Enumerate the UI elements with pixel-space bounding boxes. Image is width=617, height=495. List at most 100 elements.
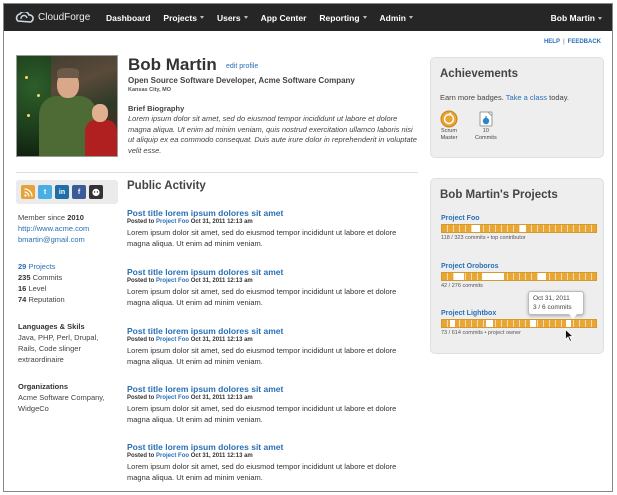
activity-post: Post title lorem ipsum dolores sit amet …: [127, 326, 417, 367]
stat-projects-count: 29: [18, 262, 27, 271]
nav-dashboard[interactable]: Dashboard: [106, 13, 150, 23]
activity-post: Post title lorem ipsum dolores sit amet …: [127, 442, 417, 483]
stat-commits-label: Commits: [32, 273, 63, 282]
project-commits-label: commits: [462, 283, 483, 289]
scrum-badge-icon: [440, 110, 458, 128]
bar-gap: [486, 320, 493, 327]
project-stats: 118 / 323 commits • top contributor: [441, 235, 526, 241]
achievements-prompt: Earn more badges. Take a class today.: [440, 93, 569, 102]
nav-users[interactable]: Users: [217, 13, 248, 23]
nav-projects[interactable]: Projects: [163, 13, 204, 23]
bar-gap: [450, 320, 455, 327]
edit-profile-link[interactable]: edit profile: [226, 63, 258, 70]
post-project-link[interactable]: Project Foo: [156, 278, 189, 284]
email-link[interactable]: bmartin@gmail.com: [18, 235, 85, 244]
bar-gap: [530, 320, 536, 327]
scrum-master-badge[interactable]: Scrum Master: [440, 110, 458, 141]
profile-location: Kansas City, MO: [128, 87, 171, 93]
tree-light: [37, 94, 40, 97]
bio-heading: Brief Biography: [128, 104, 185, 113]
activity-post: Post title lorem ipsum dolores sit amet …: [127, 267, 417, 308]
project-link[interactable]: Project Oroboros: [441, 263, 597, 270]
tooltip-date: Oct 31, 2011: [533, 295, 570, 302]
post-project-link[interactable]: Project Foo: [156, 219, 189, 225]
bar-gap: [538, 273, 546, 280]
member-info: Member since 2010 http://www.acme.com bm…: [18, 212, 89, 245]
commit-activity-bar[interactable]: [441, 272, 597, 281]
rss-icon[interactable]: [21, 185, 35, 199]
stat-commits-count: 235: [18, 273, 31, 282]
user-menu-label: Bob Martin: [550, 13, 595, 23]
nav-reporting-label: Reporting: [319, 12, 360, 23]
chevron-down-icon: [409, 16, 413, 19]
post-body: Lorem ipsum dolor sit amet, sed do eiusm…: [127, 346, 397, 366]
languages-heading: Languages & Skils: [18, 322, 85, 331]
post-meta: Posted to Project Foo Oct 31, 2011 12:13…: [127, 278, 417, 284]
post-date: Oct 31, 2011 12:13 am: [190, 219, 253, 225]
bar-gap: [472, 225, 480, 232]
tooltip-value: 3 / 6 commits: [533, 303, 572, 311]
commit-tooltip: Oct 31, 2011 3 / 6 commits: [528, 291, 584, 319]
commits-badge-icon: [479, 111, 493, 127]
languages-section: Languages & Skils Java, PHP, Perl, Drupa…: [18, 321, 118, 365]
achievements-card: Achievements Earn more badges. Take a cl…: [430, 57, 604, 158]
post-body: Lorem ipsum dolor sit amet, sed do eiusm…: [127, 404, 397, 424]
post-title-link[interactable]: Post title lorem ipsum dolores sit amet: [127, 442, 417, 452]
facebook-icon[interactable]: f: [72, 185, 86, 199]
nav-reporting[interactable]: Reporting: [319, 12, 367, 23]
linkedin-icon[interactable]: in: [55, 185, 69, 199]
post-title-link[interactable]: Post title lorem ipsum dolores sit amet: [127, 267, 417, 277]
ten-commits-badge[interactable]: 10 Commits: [475, 110, 497, 141]
man-hair: [57, 68, 79, 78]
activity-post: Post title lorem ipsum dolores sit amet …: [127, 384, 417, 425]
cloudforge-logo[interactable]: CloudForge: [14, 11, 106, 24]
post-meta-prefix: Posted to: [127, 453, 155, 459]
project-role: project owner: [487, 330, 521, 336]
user-menu[interactable]: Bob Martin: [551, 13, 602, 23]
project-role: top contributor: [490, 235, 526, 241]
app-window: CloudForge Dashboard Projects Users App …: [3, 3, 613, 492]
feedback-link[interactable]: FEEDBACK: [568, 39, 601, 45]
bar-gap: [520, 225, 526, 232]
post-date: Oct 31, 2011 12:13 am: [190, 278, 253, 284]
top-navigation-bar: CloudForge Dashboard Projects Users App …: [4, 4, 612, 31]
organizations-section: Organizations Acme Software Company, Wid…: [18, 381, 113, 414]
profile-photo: [16, 55, 118, 157]
profile-role: Open Source Software Developer, Acme Sof…: [128, 76, 355, 85]
post-title-link[interactable]: Post title lorem ipsum dolores sit amet: [127, 384, 417, 394]
stat-projects[interactable]: 29 Projects: [18, 261, 65, 272]
project-link[interactable]: Project Foo: [441, 215, 597, 222]
nav-admin[interactable]: Admin: [380, 13, 413, 23]
main-nav: Dashboard Projects Users App Center Repo…: [106, 13, 426, 23]
post-title-link[interactable]: Post title lorem ipsum dolores sit amet: [127, 208, 417, 218]
post-meta-prefix: Posted to: [127, 278, 155, 284]
post-title-link[interactable]: Post title lorem ipsum dolores sit amet: [127, 326, 417, 336]
website-link[interactable]: http://www.acme.com: [18, 224, 89, 233]
mouse-cursor-icon: [565, 329, 574, 342]
post-project-link[interactable]: Project Foo: [156, 337, 189, 343]
commit-activity-bar[interactable]: [441, 319, 597, 328]
take-a-class-link[interactable]: Take a class: [506, 93, 547, 102]
commit-activity-bar[interactable]: [441, 224, 597, 233]
post-meta: Posted to Project Foo Oct 31, 2011 12:13…: [127, 337, 417, 343]
badge-label: Commits: [475, 134, 497, 141]
github-icon[interactable]: [89, 185, 103, 199]
projects-card: Bob Martin's Projects Project Foo 118 / …: [430, 178, 604, 354]
child-figure: [85, 120, 117, 156]
bio-text: Lorem ipsum dolor sit amet, sed do eiusm…: [128, 114, 417, 155]
post-project-link[interactable]: Project Foo: [156, 453, 189, 459]
post-project-link[interactable]: Project Foo: [156, 395, 189, 401]
projects-heading: Bob Martin's Projects: [440, 189, 558, 201]
activity-post: Post title lorem ipsum dolores sit amet …: [127, 208, 417, 249]
nav-admin-label: Admin: [379, 12, 406, 23]
stat-level: 16 Level: [18, 283, 65, 294]
stat-projects-label: Projects: [28, 262, 56, 271]
twitter-icon[interactable]: t: [38, 185, 52, 199]
achievements-prompt-end: today.: [549, 93, 569, 102]
post-body: Lorem ipsum dolor sit amet, sed do eiusm…: [127, 462, 397, 482]
project-item: Project Foo 118 / 323 commits • top cont…: [441, 215, 597, 241]
nav-app-center[interactable]: App Center: [261, 13, 307, 23]
help-link[interactable]: HELP: [544, 39, 560, 45]
member-since-year: 2010: [67, 213, 84, 222]
chevron-down-icon: [362, 16, 367, 19]
